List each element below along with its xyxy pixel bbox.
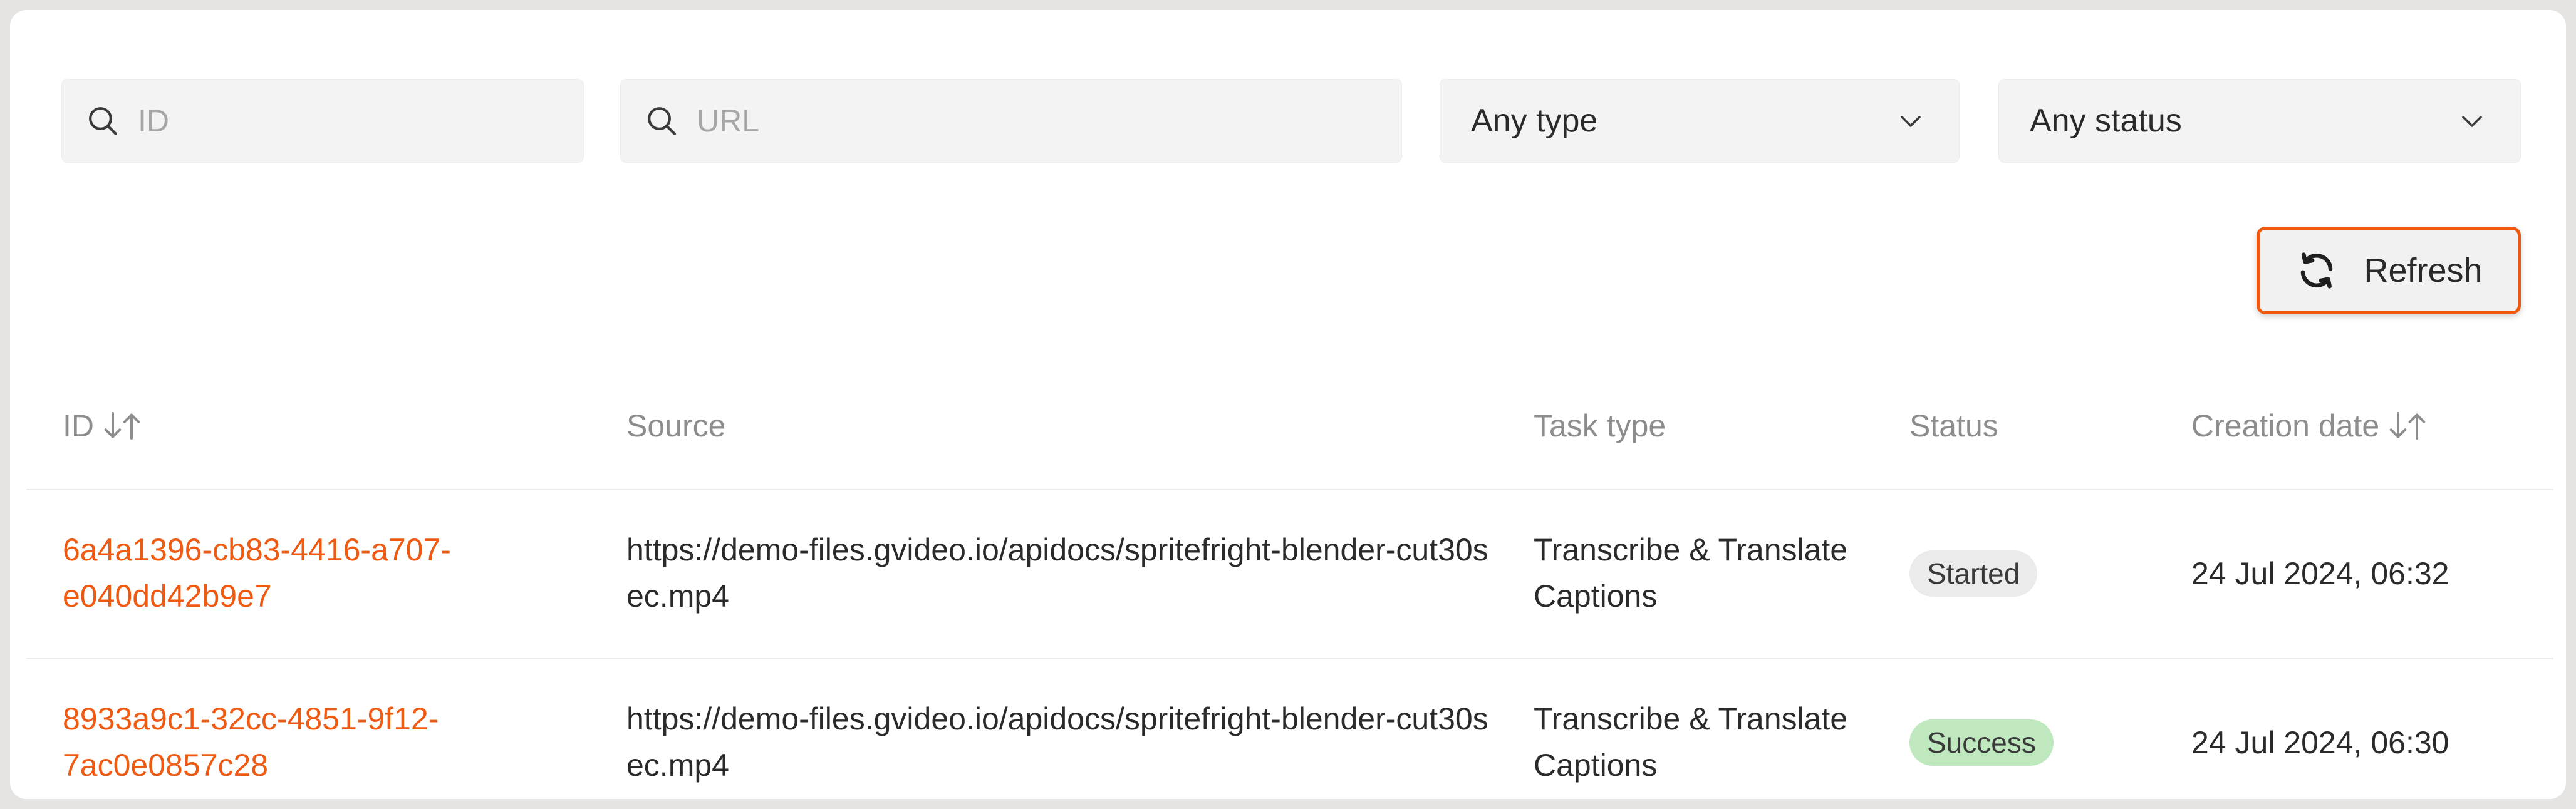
status-badge: Success (1909, 719, 2054, 766)
table-header: ID Source Task type Status Creation date (26, 379, 2553, 490)
refresh-button-label: Refresh (2364, 252, 2483, 289)
table-row[interactable]: 8933a9c1-32cc-4851-9f12-7ac0e0857c28 htt… (26, 659, 2553, 799)
task-type: Transcribe & Translate Captions (1534, 701, 1848, 783)
chevron-down-icon (2454, 103, 2490, 138)
refresh-icon (2295, 249, 2339, 292)
status-badge: Started (1909, 550, 2038, 597)
filter-bar: Any type Any status (10, 10, 2566, 198)
search-icon (643, 102, 680, 140)
url-search-input[interactable] (697, 103, 1402, 139)
column-header-task-type: Task type (1534, 408, 1666, 443)
table-row[interactable]: 6a4a1396-cb83-4416-a707-e040dd42b9e7 htt… (26, 490, 2553, 659)
type-select-value: Any type (1471, 103, 1598, 139)
task-source: https://demo-files.gvideo.io/apidocs/spr… (626, 532, 1488, 614)
tasks-panel: Any type Any status (10, 10, 2566, 799)
id-search-field[interactable] (61, 79, 584, 163)
sort-icon[interactable] (2386, 410, 2429, 441)
column-header-source: Source (626, 408, 726, 443)
column-header-id[interactable]: ID (63, 408, 144, 444)
type-select[interactable]: Any type (1440, 79, 1960, 163)
tasks-table: ID Source Task type Status Creation date (26, 379, 2553, 799)
refresh-button[interactable]: Refresh (2257, 227, 2521, 314)
task-source: https://demo-files.gvideo.io/apidocs/spr… (626, 701, 1488, 783)
task-type: Transcribe & Translate Captions (1534, 532, 1848, 614)
creation-date: 24 Jul 2024, 06:30 (2191, 725, 2449, 760)
chevron-down-icon (1893, 103, 1928, 138)
sort-icon[interactable] (100, 410, 144, 441)
url-search-field[interactable] (620, 79, 1402, 163)
task-id-link[interactable]: 6a4a1396-cb83-4416-a707-e040dd42b9e7 (63, 527, 576, 619)
status-select-value: Any status (2030, 103, 2182, 139)
search-icon (84, 102, 122, 140)
column-header-status: Status (1909, 408, 1998, 443)
column-header-id-label: ID (63, 408, 94, 443)
column-header-creation-date[interactable]: Creation date (2191, 408, 2429, 444)
id-search-input[interactable] (138, 103, 584, 139)
task-id-link[interactable]: 8933a9c1-32cc-4851-9f12-7ac0e0857c28 (63, 696, 576, 788)
column-header-creation-date-label: Creation date (2191, 408, 2380, 443)
status-select[interactable]: Any status (1998, 79, 2521, 163)
creation-date: 24 Jul 2024, 06:32 (2191, 556, 2449, 591)
